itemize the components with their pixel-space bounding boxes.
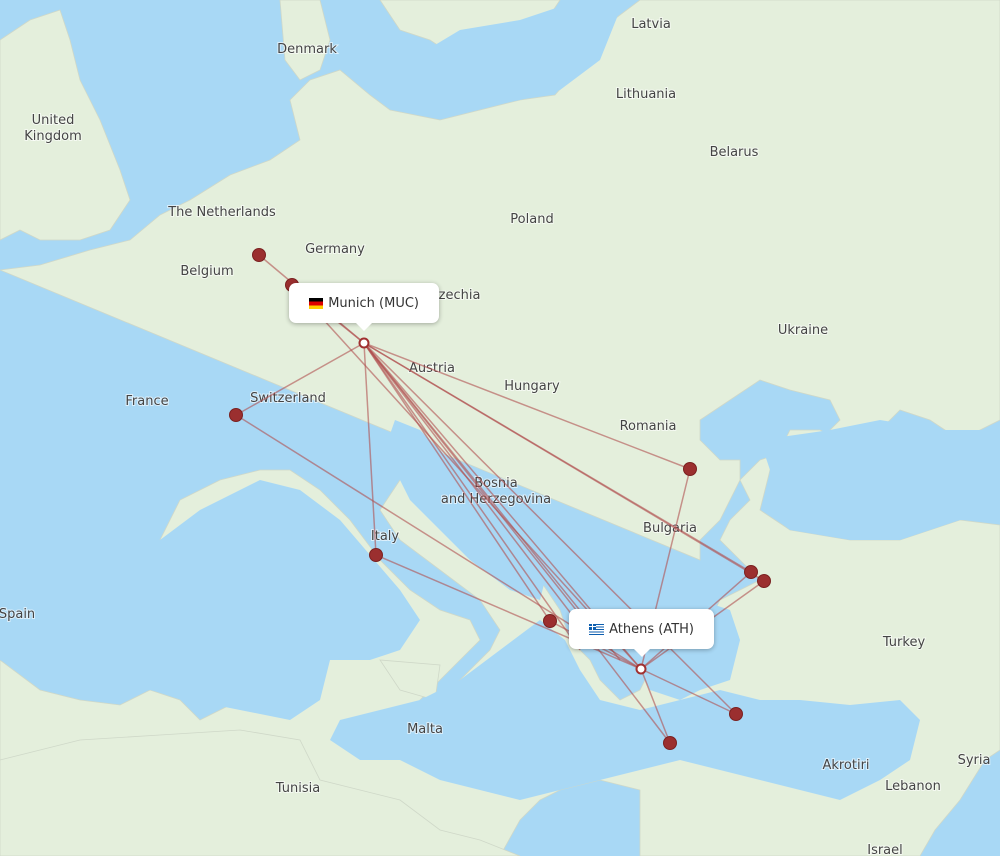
label-romania: Romania xyxy=(620,419,677,434)
marker-western-greece[interactable] xyxy=(543,614,557,628)
label-israel: Israel xyxy=(867,843,903,856)
label-hungary: Hungary xyxy=(504,379,560,394)
label-belarus: Belarus xyxy=(710,145,759,160)
marker-istanbul-1[interactable] xyxy=(744,565,758,579)
label-lebanon: Lebanon xyxy=(885,779,941,794)
label-germany: Germany xyxy=(305,242,365,257)
marker-frankfurt-area-1[interactable] xyxy=(252,248,266,262)
marker-rome[interactable] xyxy=(369,548,383,562)
germany-flag-icon xyxy=(309,297,324,309)
greece-flag-icon xyxy=(589,623,605,635)
label-france: France xyxy=(125,394,168,409)
marker-munich[interactable] xyxy=(358,337,370,349)
marker-istanbul-2[interactable] xyxy=(757,574,771,588)
destination-airport-label: Athens (ATH) xyxy=(609,621,694,637)
route-map[interactable]: Denmark Latvia Lithuania United Kingdom … xyxy=(0,0,1000,856)
marker-bucharest[interactable] xyxy=(683,462,697,476)
marker-crete[interactable] xyxy=(663,736,677,750)
label-belgium: Belgium xyxy=(180,264,233,279)
label-akrotiri: Akrotiri xyxy=(822,758,869,773)
label-malta: Malta xyxy=(407,722,443,737)
origin-airport-callout[interactable]: Munich (MUC) xyxy=(289,283,439,331)
label-latvia: Latvia xyxy=(631,17,671,32)
marker-rhodes[interactable] xyxy=(729,707,743,721)
destination-airport-callout[interactable]: Athens (ATH) xyxy=(569,609,714,657)
label-netherlands: The Netherlands xyxy=(167,205,276,220)
label-spain: Spain xyxy=(0,607,35,622)
label-turkey: Turkey xyxy=(882,635,926,650)
marker-athens[interactable] xyxy=(635,663,647,675)
label-lithuania: Lithuania xyxy=(616,87,676,102)
marker-geneva[interactable] xyxy=(229,408,243,422)
label-united-kingdom: Kingdom xyxy=(24,129,82,144)
label-tunisia: Tunisia xyxy=(275,781,320,796)
label-ukraine: Ukraine xyxy=(778,323,828,338)
label-poland: Poland xyxy=(510,212,553,227)
label-syria: Syria xyxy=(958,753,991,768)
origin-airport-label: Munich (MUC) xyxy=(328,295,419,311)
label-united-kingdom: United xyxy=(32,113,75,128)
label-switzerland: Switzerland xyxy=(250,391,326,406)
label-denmark: Denmark xyxy=(277,42,337,57)
